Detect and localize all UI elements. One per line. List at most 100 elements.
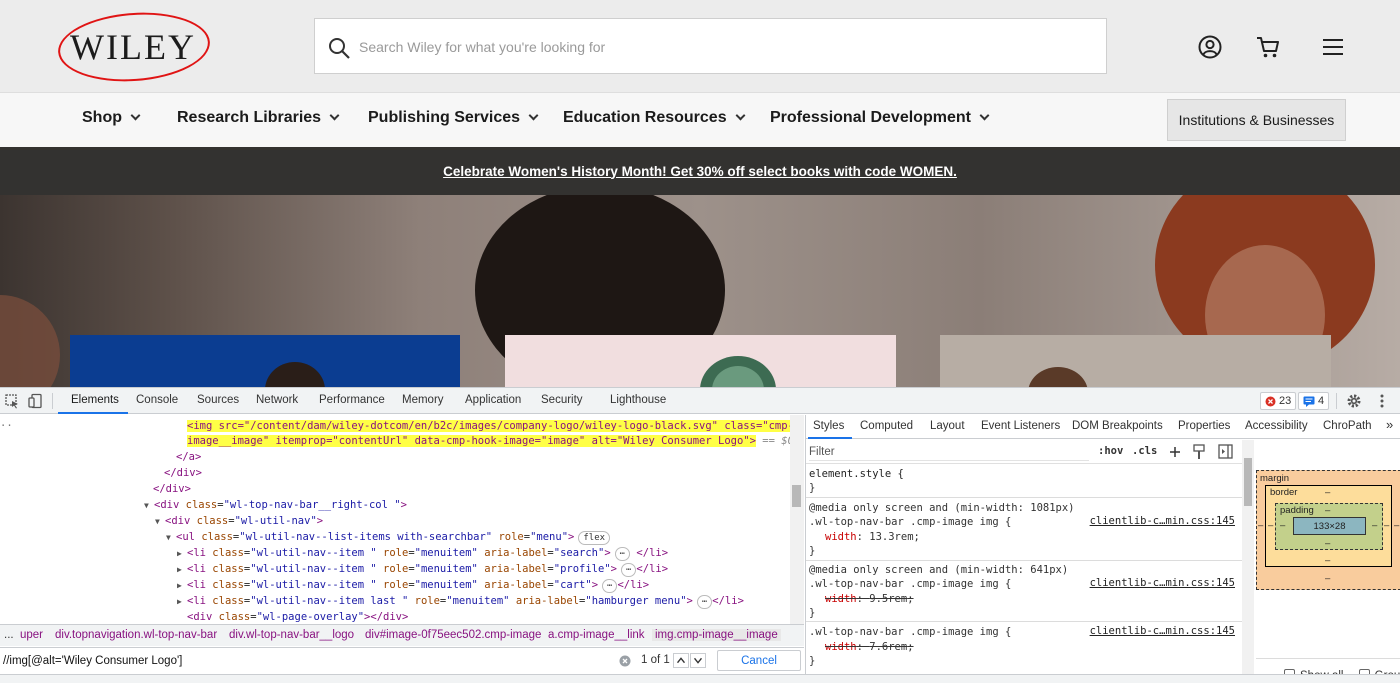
message-count-badge[interactable]: 4 [1298, 392, 1330, 410]
breadcrumb-overflow[interactable]: ... [4, 629, 14, 641]
dom-node-img[interactable]: <img src="/content/dam/wiley-dotcom/en/b… [187, 418, 794, 434]
stylesheet-link[interactable]: clientlib-c…min.css:145 [1090, 515, 1235, 527]
nav-research-libraries[interactable]: Research Libraries [177, 109, 340, 127]
css-declaration-overridden[interactable]: width: 9.5rem; [825, 592, 914, 606]
css-declaration-overridden[interactable]: width: 7.6rem; [825, 640, 914, 654]
find-input[interactable] [3, 651, 613, 671]
elements-scrollbar-thumb[interactable] [792, 485, 801, 507]
box-model-content[interactable]: 133×28 [1293, 517, 1366, 535]
more-options-icon[interactable] [1374, 393, 1390, 409]
promo-card-2[interactable] [505, 335, 896, 387]
inspect-element-icon[interactable] [4, 393, 20, 409]
chevron-down-icon[interactable] [690, 653, 706, 668]
cart-icon[interactable] [1255, 34, 1281, 60]
stylesheet-link[interactable]: clientlib-c…min.css:145 [1090, 625, 1235, 637]
dom-node-li[interactable]: ▶ <li class="wl-util-nav--item " role="me… [177, 577, 649, 593]
tab-application[interactable]: Application [465, 394, 521, 406]
tab-lighthouse[interactable]: Lighthouse [610, 394, 666, 406]
collapse-triangle-icon[interactable]: ▶ [177, 578, 187, 594]
dom-node-right-col[interactable]: ▼ <div class="wl-top-nav-bar__right-col "… [144, 497, 407, 513]
css-declaration[interactable]: width: 13.3rem; [825, 530, 920, 544]
styles-filter-input[interactable] [809, 443, 1089, 461]
nav-education-resources[interactable]: Education Resources [563, 109, 746, 127]
dom-node-close-div[interactable]: </div> [164, 465, 202, 481]
tab-accessibility[interactable]: Accessibility [1245, 420, 1308, 432]
stylesheet-link[interactable]: clientlib-c…min.css:145 [1090, 577, 1235, 589]
error-count-badge[interactable]: 23 [1260, 392, 1297, 410]
search-icon[interactable] [327, 36, 351, 60]
breadcrumb-item[interactable]: div#image-0f75eec502.cmp-image [365, 629, 541, 641]
tab-performance[interactable]: Performance [319, 394, 385, 406]
toggle-sidebar-icon[interactable] [1218, 444, 1233, 459]
collapse-triangle-icon[interactable]: ▶ [177, 546, 187, 562]
tab-properties[interactable]: Properties [1178, 420, 1230, 432]
css-selector[interactable]: .wl-top-nav-bar .cmp-image img { [809, 515, 1011, 529]
collapse-triangle-icon[interactable]: ▶ [177, 562, 187, 578]
dom-node-li[interactable]: ▶ <li class="wl-util-nav--item " role="me… [177, 561, 668, 577]
tab-computed[interactable]: Computed [860, 420, 913, 432]
settings-gear-icon[interactable] [1346, 393, 1362, 409]
tab-elements[interactable]: Elements [71, 394, 119, 406]
tab-security[interactable]: Security [541, 394, 583, 406]
dom-node-ul[interactable]: ▼ <ul class="wl-util-nav--list-items with… [166, 529, 611, 546]
institutions-businesses-button[interactable]: Institutions & Businesses [1167, 99, 1346, 141]
tab-chropath[interactable]: ChroPath [1323, 420, 1372, 432]
clear-search-icon[interactable] [619, 655, 631, 667]
dom-node-li[interactable]: ▶ <li class="wl-util-nav--item " role="me… [177, 545, 668, 561]
dom-node-close-div[interactable]: </div> [153, 481, 191, 497]
promo-link[interactable]: Celebrate Women's History Month! Get 30%… [443, 164, 957, 179]
styles-scrollbar-thumb[interactable] [1244, 458, 1252, 506]
new-rule-plus-icon[interactable] [1168, 445, 1182, 459]
css-selector[interactable]: .wl-top-nav-bar .cmp-image img { [809, 577, 1011, 591]
dom-node-img-cont[interactable]: image__image" itemprop="contentUrl" data… [187, 433, 794, 449]
nav-professional-development[interactable]: Professional Development [770, 109, 990, 127]
console-drawer[interactable] [0, 674, 1400, 683]
chevron-up-icon[interactable] [673, 653, 689, 668]
tab-network[interactable]: Network [256, 394, 298, 406]
elements-scrollbar[interactable] [790, 415, 804, 624]
tab-layout[interactable]: Layout [930, 420, 965, 432]
nav-shop[interactable]: Shop [82, 109, 141, 127]
promo-card-1[interactable] [70, 335, 460, 387]
device-toolbar-icon[interactable] [28, 393, 44, 409]
tab-sources[interactable]: Sources [197, 394, 239, 406]
collapse-triangle-icon[interactable]: ▶ [177, 594, 187, 610]
search-input[interactable] [359, 29, 1059, 65]
breadcrumb-item[interactable]: a.cmp-image__link [548, 629, 645, 641]
breadcrumb-item[interactable]: div.topnavigation.wl-top-nav-bar [55, 629, 217, 641]
breadcrumb-item[interactable]: uper [20, 629, 43, 641]
tab-styles[interactable]: Styles [813, 420, 844, 432]
tab-event-listeners[interactable]: Event Listeners [981, 420, 1060, 432]
tab-dom-breakpoints[interactable]: DOM Breakpoints [1072, 420, 1163, 432]
flex-badge[interactable]: flex [578, 531, 611, 545]
nav-publishing-services[interactable]: Publishing Services [368, 109, 539, 127]
breadcrumb-item-selected[interactable]: img.cmp-image__image [652, 629, 781, 641]
tab-console[interactable]: Console [136, 394, 178, 406]
expand-triangle-icon[interactable]: ▼ [144, 498, 154, 514]
ellipsis-badge[interactable]: ⋯ [614, 547, 631, 561]
ellipsis-badge[interactable]: ⋯ [696, 595, 713, 609]
hov-toggle[interactable]: :hov [1098, 445, 1123, 457]
ellipsis-badge[interactable]: ⋯ [602, 579, 618, 593]
elements-tree[interactable]: ·· <img src="/content/dam/wiley-dotcom/e… [0, 415, 804, 624]
expand-triangle-icon[interactable]: ▼ [166, 530, 176, 546]
paint-brush-icon[interactable] [1192, 444, 1206, 460]
ellipsis-badge[interactable]: ⋯ [621, 563, 637, 577]
hamburger-menu-icon[interactable] [1320, 34, 1346, 60]
promo-card-3[interactable] [940, 335, 1331, 387]
dom-node-util-nav[interactable]: ▼ <div class="wl-util-nav"> [155, 513, 323, 529]
cls-toggle[interactable]: .cls [1132, 445, 1157, 457]
dom-node-li[interactable]: ▶ <li class="wl-util-nav--item last " rol… [177, 593, 744, 609]
cancel-button[interactable]: Cancel [717, 650, 801, 671]
expand-triangle-icon[interactable]: ▼ [155, 514, 165, 530]
breadcrumb-item[interactable]: div.wl-top-nav-bar__logo [229, 629, 354, 641]
tab-memory[interactable]: Memory [402, 394, 444, 406]
wiley-logo[interactable]: WILEY [70, 26, 196, 68]
dom-node-overlay[interactable]: <div class="wl-page-overlay"></div> [187, 609, 408, 624]
element-style-rule[interactable]: element.style { [809, 467, 904, 481]
more-tabs-icon[interactable]: » [1386, 417, 1393, 432]
dom-node-close-a[interactable]: </a> [176, 449, 201, 465]
css-selector[interactable]: .wl-top-nav-bar .cmp-image img { [809, 625, 1011, 639]
user-circle-icon[interactable] [1197, 34, 1223, 60]
search-box[interactable] [314, 18, 1107, 74]
